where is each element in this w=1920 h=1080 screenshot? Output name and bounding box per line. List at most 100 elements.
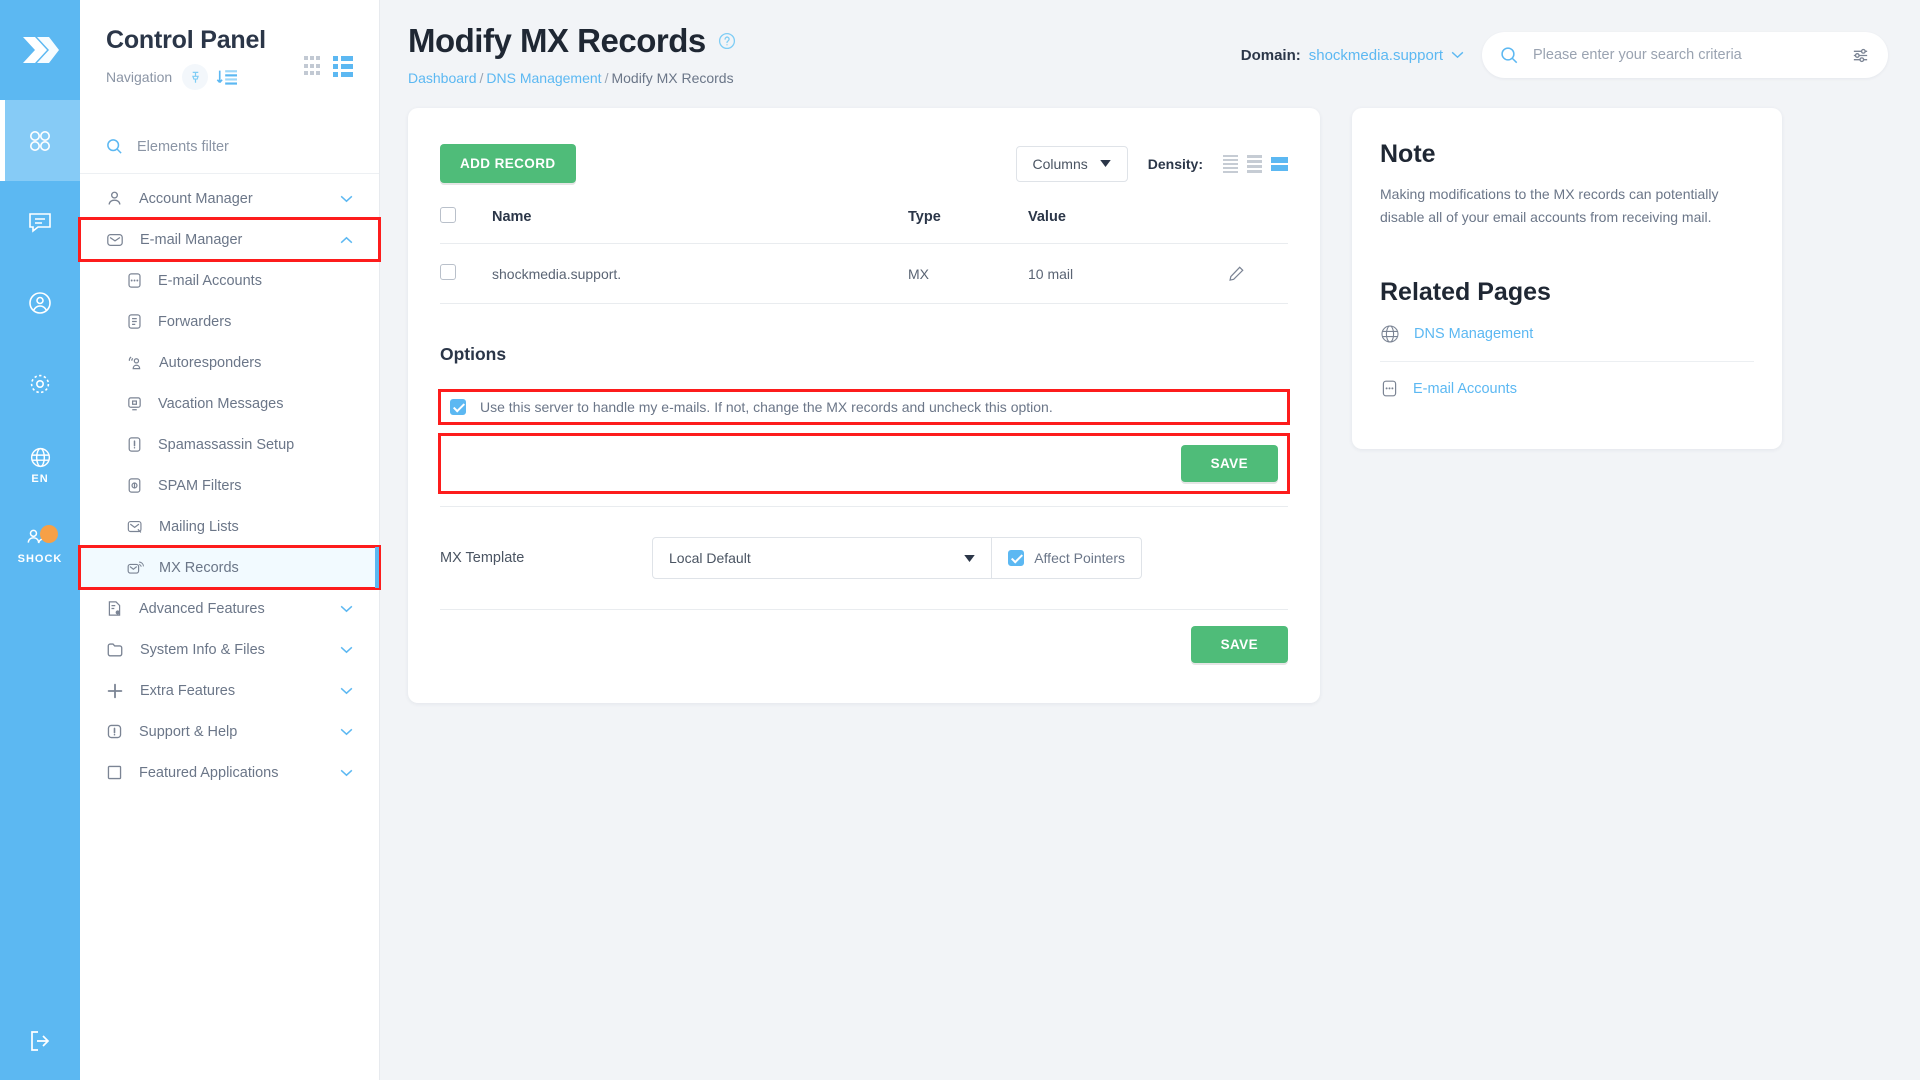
rail-item-apps[interactable] xyxy=(0,100,80,181)
add-record-button[interactable]: ADD RECORD xyxy=(440,144,576,183)
density-standard-icon[interactable] xyxy=(1247,154,1262,173)
sidebar-item-label: Vacation Messages xyxy=(158,395,284,412)
rail-item-account[interactable]: SHOCK xyxy=(0,505,80,586)
table-row[interactable]: shockmedia.support. MX 10 mail xyxy=(440,243,1288,304)
chevron-down-icon[interactable] xyxy=(1451,51,1464,59)
row-type: MX xyxy=(908,243,1028,304)
main-area: Modify MX Records Dashboard / DNS Manageme… xyxy=(380,0,1920,1080)
sidebar-item-email-accounts[interactable]: E-mail Accounts xyxy=(80,260,379,301)
list-view-icon[interactable] xyxy=(333,56,353,77)
table-header-value: Value xyxy=(1028,207,1228,244)
help-circle-icon[interactable] xyxy=(718,32,736,50)
divider-2 xyxy=(440,609,1288,610)
mx-records-card: ADD RECORD Columns Density: Name Type Va… xyxy=(408,108,1320,703)
advanced-features-icon xyxy=(108,601,121,616)
sidebar-item-vacation-messages[interactable]: Vacation Messages xyxy=(80,383,379,424)
row-name: shockmedia.support. xyxy=(492,243,908,304)
search-input[interactable] xyxy=(1533,47,1837,63)
sidebar-item-label: Mailing Lists xyxy=(159,518,239,535)
sidebar-item-support-help[interactable]: Support & Help xyxy=(80,711,379,752)
save-button-2[interactable]: SAVE xyxy=(1190,626,1288,663)
density-compact-icon[interactable] xyxy=(1223,154,1238,173)
sidebar-item-label: Account Manager xyxy=(139,190,253,207)
sidebar-item-system-info-files[interactable]: System Info & Files xyxy=(80,629,379,670)
forwarders-icon xyxy=(128,314,141,329)
rail-item-messages[interactable] xyxy=(0,181,80,262)
breadcrumb-dns-management[interactable]: DNS Management xyxy=(486,70,601,86)
sidebar-item-mx-records[interactable]: MX Records xyxy=(78,545,381,590)
rail-item-settings[interactable] xyxy=(0,343,80,424)
search-icon xyxy=(107,139,122,154)
sort-descending-icon[interactable] xyxy=(216,67,238,87)
sidebar-item-spamassassin-setup[interactable]: Spamassassin Setup xyxy=(80,424,379,465)
chevron-down-icon[interactable] xyxy=(340,687,353,695)
search-box[interactable] xyxy=(1482,32,1888,78)
content-area: ADD RECORD Columns Density: Name Type Va… xyxy=(380,86,1920,703)
sidebar-item-autoresponders[interactable]: Autoresponders xyxy=(80,342,379,383)
sidebar-item-account-manager[interactable]: Account Manager xyxy=(80,178,379,219)
affect-pointers-option[interactable]: Affect Pointers xyxy=(991,538,1141,578)
domain-value[interactable]: shockmedia.support xyxy=(1309,47,1443,64)
rail-item-account-label: SHOCK xyxy=(17,553,63,565)
sidebar-item-featured-applications[interactable]: Featured Applications xyxy=(80,752,379,793)
options-title: Options xyxy=(440,344,507,364)
sidebar-item-email-manager[interactable]: E-mail Manager xyxy=(78,217,381,262)
related-item-dns-management[interactable]: DNS Management xyxy=(1380,307,1754,363)
density-comfortable-icon[interactable] xyxy=(1271,156,1288,171)
chevron-down-icon[interactable] xyxy=(340,646,353,654)
sidebar: Control Panel Navigation Elements filter… xyxy=(78,0,381,1080)
row-value: 10 mail xyxy=(1028,243,1228,304)
sidebar-subtitle: Navigation xyxy=(106,69,173,85)
domain-selector[interactable]: Domain: shockmedia.support xyxy=(1241,47,1464,64)
sidebar-item-mailing-lists[interactable]: Mailing Lists xyxy=(80,506,379,547)
exclamation-box-icon xyxy=(128,437,141,452)
top-bar: Modify MX Records Dashboard / DNS Manageme… xyxy=(380,0,1920,86)
grid-view-icon[interactable] xyxy=(304,56,320,77)
sidebar-item-label: System Info & Files xyxy=(140,641,265,658)
affect-pointers-checkbox[interactable] xyxy=(1008,550,1025,566)
sidebar-item-advanced-features[interactable]: Advanced Features xyxy=(80,588,379,629)
sidebar-item-forwarders[interactable]: Forwarders xyxy=(80,301,379,342)
use-server-option-row[interactable]: Use this server to handle my e-mails. If… xyxy=(438,389,1290,425)
sidebar-filter[interactable]: Elements filter xyxy=(80,120,379,174)
plus-icon xyxy=(107,683,123,698)
notification-dot xyxy=(40,525,58,543)
row-checkbox[interactable] xyxy=(440,264,456,280)
mx-template-select[interactable]: Local Default xyxy=(653,538,991,578)
sidebar-item-label: Forwarders xyxy=(158,313,232,330)
logout-icon[interactable] xyxy=(0,1028,80,1054)
sidebar-item-spam-filters[interactable]: SPAM Filters xyxy=(80,465,379,506)
row-checkbox-cell xyxy=(440,243,492,304)
density-label: Density: xyxy=(1147,155,1203,172)
table-header-row: Name Type Value xyxy=(440,207,1288,244)
caret-down-icon xyxy=(964,554,975,562)
sidebar-title: Control Panel xyxy=(106,26,266,54)
chevron-down-icon[interactable] xyxy=(340,769,353,777)
sliders-icon[interactable] xyxy=(1851,46,1870,65)
select-all-checkbox[interactable] xyxy=(440,207,456,223)
mx-records-icon xyxy=(127,561,144,574)
pencil-icon[interactable] xyxy=(1228,265,1288,282)
sidebar-item-extra-features[interactable]: Extra Features xyxy=(80,670,379,711)
chevron-down-icon[interactable] xyxy=(340,605,353,613)
divider xyxy=(440,506,1288,507)
rail-item-language-label: EN xyxy=(31,472,49,485)
envelope-icon xyxy=(107,233,123,246)
sidebar-item-label: Extra Features xyxy=(140,682,236,699)
chevron-down-icon[interactable] xyxy=(340,195,353,203)
chevron-up-icon[interactable] xyxy=(340,236,353,244)
app-logo[interactable] xyxy=(0,0,80,100)
chevron-down-icon[interactable] xyxy=(340,728,353,736)
columns-button-label: Columns xyxy=(1032,155,1088,172)
rail-item-language[interactable]: EN xyxy=(0,424,80,505)
save-button[interactable]: SAVE xyxy=(1180,445,1278,482)
pin-icon[interactable] xyxy=(182,64,209,90)
note-title: Note xyxy=(1380,140,1436,168)
rail-item-profile[interactable] xyxy=(0,262,80,343)
domain-label: Domain: xyxy=(1240,46,1301,64)
table-header-type: Type xyxy=(908,207,1028,244)
use-server-checkbox[interactable] xyxy=(450,399,466,415)
columns-button[interactable]: Columns xyxy=(1015,145,1128,182)
breadcrumb-dashboard[interactable]: Dashboard xyxy=(408,70,477,86)
related-item-email-accounts[interactable]: E-mail Accounts xyxy=(1380,362,1754,415)
